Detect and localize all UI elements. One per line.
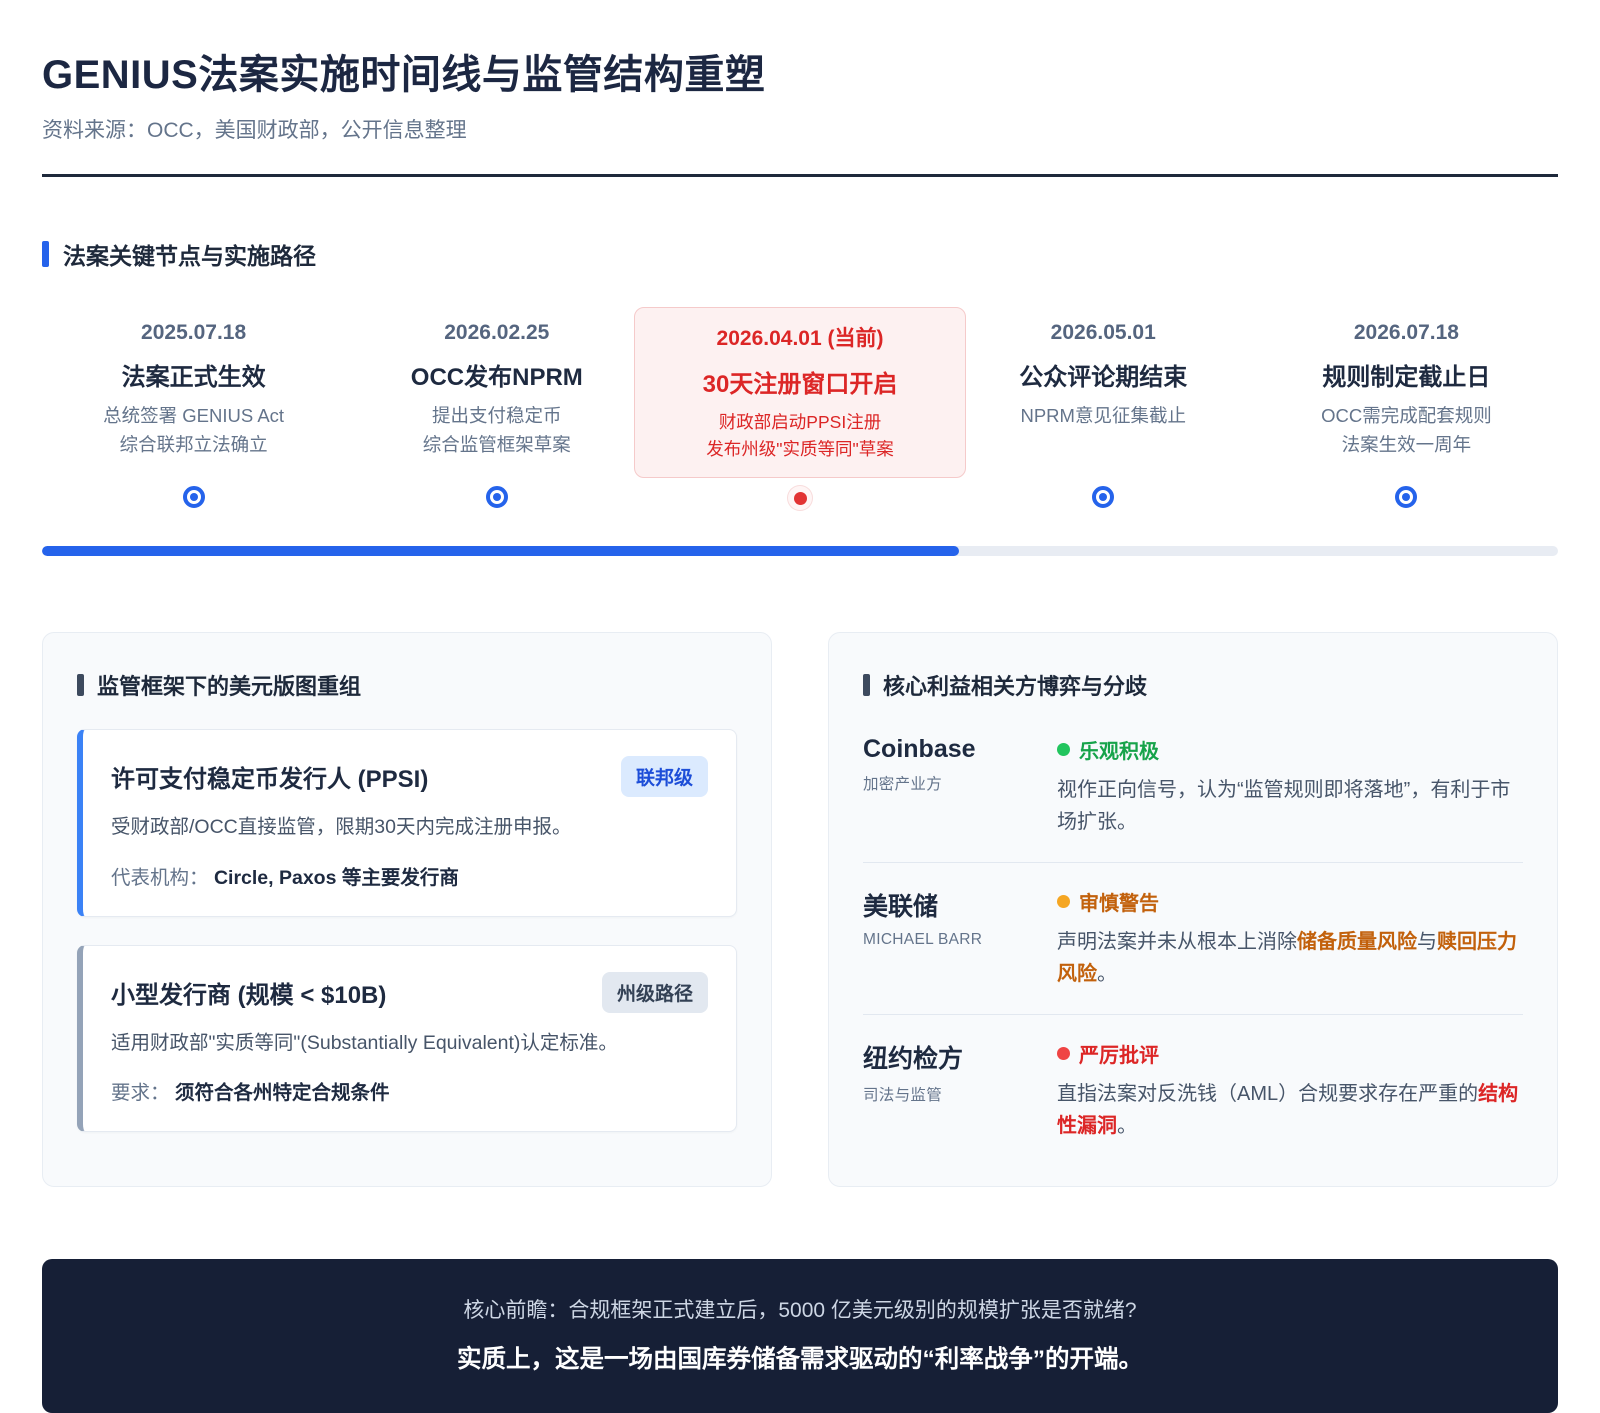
timeline-progress-track <box>42 546 1558 557</box>
federal-badge: 联邦级 <box>620 756 708 798</box>
progress-fill <box>42 546 960 557</box>
stance-label: 严厉批评 <box>1057 1039 1523 1068</box>
stakeholder-row-fed: 美联储 MICHAEL BARR 审慎警告 声明法案并未从根本上消除储备质量风险… <box>863 863 1523 1016</box>
summary-statement: 实质上，这是一场由国库券储备需求驱动的“利率战争”的开端。 <box>457 1346 1143 1374</box>
stance-text: 审慎警告 <box>1079 893 1159 916</box>
stakeholder-role: 加密产业方 <box>863 776 943 794</box>
summary-question: 核心前瞻：合规框架正式建立后，5000 亿美元级别的规模扩张是否就绪? <box>463 1299 1137 1323</box>
header-divider <box>42 174 1558 177</box>
stakeholder-row-coinbase: Coinbase 加密产业方 乐观积极 视作正向信号，认为“监管规则即将落地”，… <box>863 711 1523 864</box>
right-card-title: 核心利益相关方博弈与分歧 <box>883 674 1148 700</box>
timeline-markers <box>42 486 1558 511</box>
content-cards: 监管框架下的美元版图重组 许可支付稳定币发行人 (PPSI) 联邦级 受财政部/… <box>42 632 1558 1188</box>
timeline-date: 2026.07.18 <box>1353 321 1459 344</box>
timeline-item-2: 2026.02.25 OCC发布NPRM 提出支付稳定币 综合监管框架草案 <box>345 307 648 478</box>
timeline-item-content: 2026.07.18 规则制定截止日 OCC需完成配套规则 法案生效一周年 <box>1255 307 1558 477</box>
source-note: 资料来源：OCC，美国财政部，公开信息整理 <box>42 119 467 142</box>
timeline-desc-line: 综合监管框架草案 <box>422 433 571 455</box>
timeline-current-highlight-box: 2026.04.01 (当前) 30天注册窗口开启 财政部启动PPSI注册 发布… <box>634 307 966 479</box>
timeline-section-header: 法案关键节点与实施路径 <box>42 237 1558 271</box>
timeline-desc-line: 综合联邦立法确立 <box>119 433 268 455</box>
timeline-desc-line: 提出支付稳定币 <box>432 405 562 426</box>
timeline-item-4: 2026.05.01 公众评论期结束 NPRM意见征集截止 <box>952 307 1255 478</box>
issuer-detail-value: Circle, Paxos 等主要发行商 <box>213 866 459 889</box>
timeline-desc-line: 财政部启动PPSI注册 <box>718 412 882 432</box>
card-accent-bar <box>863 674 870 697</box>
issuer-desc: 适用财政部"实质等同"(Substantially Equivalent)认定标… <box>111 1031 618 1054</box>
timeline-item-content: 2026.02.25 OCC发布NPRM 提出支付稳定币 综合监管框架草案 <box>345 307 648 477</box>
timeline-title: 规则制定截止日 <box>1322 364 1491 391</box>
timeline-item-1: 2025.07.18 法案正式生效 总统签署 GENIUS Act 综合联邦立法… <box>42 307 345 478</box>
regulatory-framework-card: 监管框架下的美元版图重组 许可支付稳定币发行人 (PPSI) 联邦级 受财政部/… <box>42 632 772 1188</box>
timeline-desc-line: 总统签署 GENIUS Act <box>103 405 285 426</box>
timeline-desc: NPRM意见征集截止 <box>958 402 1249 431</box>
stance-label: 乐观积极 <box>1057 735 1523 764</box>
issuer-detail: 要求： 须符合各州特定合规条件 <box>111 1076 708 1105</box>
timeline-desc: OCC需完成配套规则 法案生效一周年 <box>1261 402 1552 459</box>
issuer-name: 许可支付稳定币发行人 (PPSI) <box>111 766 429 794</box>
timeline-desc: 总统签署 GENIUS Act 综合联邦立法确立 <box>48 402 339 459</box>
stakeholder-comment: 直指法案对反洗钱（AML）合规要求存在严重的结构性漏洞。 <box>1057 1083 1519 1138</box>
timeline-item-5: 2026.07.18 规则制定截止日 OCC需完成配套规则 法案生效一周年 <box>1255 307 1558 478</box>
stakeholder-name: Coinbase <box>863 735 976 764</box>
timeline-section-title: 法案关键节点与实施路径 <box>63 243 316 269</box>
timeline-desc: 提出支付稳定币 综合监管框架草案 <box>351 402 642 459</box>
timeline-date: 2026.05.01 <box>1050 321 1156 344</box>
issuer-detail-label: 代表机构： <box>111 866 209 889</box>
timeline-desc-line: NPRM意见征集截止 <box>1020 405 1186 426</box>
timeline-desc-line: OCC需完成配套规则 <box>1321 405 1492 426</box>
infographic-page: GENIUS法案实施时间线与监管结构重塑 资料来源：OCC，美国财政部，公开信息… <box>0 0 1600 1413</box>
stakeholder-comment: 视作正向信号，认为“监管规则即将落地”，有利于市场扩张。 <box>1057 779 1511 834</box>
stakeholder-list: Coinbase 加密产业方 乐观积极 视作正向信号，认为“监管规则即将落地”，… <box>863 711 1523 1150</box>
stakeholder-name: 美联储 <box>863 893 939 922</box>
timeline-title: OCC发布NPRM <box>410 364 583 391</box>
state-path-badge: 州级路径 <box>601 971 708 1013</box>
amber-status-dot-icon <box>1057 895 1070 909</box>
card-header: 核心利益相关方博弈与分歧 <box>863 669 1523 701</box>
green-status-dot-icon <box>1057 743 1070 757</box>
timeline-items: 2025.07.18 法案正式生效 总统签署 GENIUS Act 综合联邦立法… <box>42 307 1558 479</box>
timeline-node-icon <box>485 486 508 509</box>
issuer-card-small-issuers: 小型发行商 (规模 < $10B) 州级路径 适用财政部"实质等同"(Subst… <box>77 944 737 1132</box>
timeline-node-icon <box>1395 486 1418 509</box>
left-card-title: 监管框架下的美元版图重组 <box>97 674 362 700</box>
timeline-desc-line: 法案生效一周年 <box>1341 433 1472 455</box>
timeline-title: 公众评论期结束 <box>1019 364 1188 391</box>
stance-text: 乐观积极 <box>1079 741 1159 764</box>
timeline-date: 2026.02.25 <box>444 321 550 344</box>
card-accent-bar <box>77 674 84 697</box>
issuer-detail-value: 须符合各州特定合规条件 <box>174 1081 390 1104</box>
timeline-item-content: 2026.05.01 公众评论期结束 NPRM意见征集截止 <box>952 307 1255 477</box>
page-title: GENIUS法案实施时间线与监管结构重塑 <box>42 53 766 97</box>
stakeholder-name: 纽约检方 <box>863 1045 964 1074</box>
issuer-desc: 受财政部/OCC直接监管，限期30天内完成注册申报。 <box>111 816 572 839</box>
timeline-node-icon <box>182 486 205 509</box>
stakeholder-comment: 声明法案并未从根本上消除储备质量风险与赎回压力风险。 <box>1057 931 1517 986</box>
summary-banner: 核心前瞻：合规框架正式建立后，5000 亿美元级别的规模扩张是否就绪? 实质上，… <box>42 1259 1558 1413</box>
timeline: 2025.07.18 法案正式生效 总统签署 GENIUS Act 综合联邦立法… <box>42 307 1558 557</box>
timeline-date: 2026.04.01 (当前) <box>716 327 884 350</box>
issuer-detail: 代表机构： Circle, Paxos 等主要发行商 <box>111 861 708 890</box>
timeline-item-content: 2025.07.18 法案正式生效 总统签署 GENIUS Act 综合联邦立法… <box>42 307 345 477</box>
card-header: 监管框架下的美元版图重组 <box>77 669 737 701</box>
issuer-name: 小型发行商 (规模 < $10B) <box>111 981 387 1009</box>
timeline-node-icon <box>1092 486 1115 509</box>
timeline-title: 法案正式生效 <box>121 364 266 391</box>
stance-label: 审慎警告 <box>1057 887 1523 916</box>
stakeholders-card: 核心利益相关方博弈与分歧 Coinbase 加密产业方 乐观积极 视作正向信号，… <box>828 632 1558 1188</box>
stance-text: 严厉批评 <box>1079 1045 1159 1068</box>
stakeholder-role: 司法与监管 <box>863 1087 943 1105</box>
timeline-title: 30天注册窗口开启 <box>702 371 898 398</box>
timeline-current-node-icon <box>788 486 812 511</box>
timeline-date: 2025.07.18 <box>141 321 247 344</box>
issuer-detail-label: 要求： <box>111 1081 170 1104</box>
red-status-dot-icon <box>1057 1047 1070 1061</box>
timeline-desc: 财政部启动PPSI注册 发布州级"实质等同"草案 <box>647 409 952 463</box>
timeline-item-3-current: 2026.04.01 (当前) 30天注册窗口开启 财政部启动PPSI注册 发布… <box>634 307 966 479</box>
timeline-desc-line: 发布州级"实质等同"草案 <box>706 439 894 460</box>
stakeholder-role: MICHAEL BARR <box>863 931 983 949</box>
issuer-card-ppsi: 许可支付稳定币发行人 (PPSI) 联邦级 受财政部/OCC直接监管，限期30天… <box>77 729 737 917</box>
stakeholder-row-ny-prosecutors: 纽约检方 司法与监管 严厉批评 直指法案对反洗钱（AML）合规要求存在严重的结构… <box>863 1015 1523 1150</box>
section-accent-bar <box>42 241 49 267</box>
